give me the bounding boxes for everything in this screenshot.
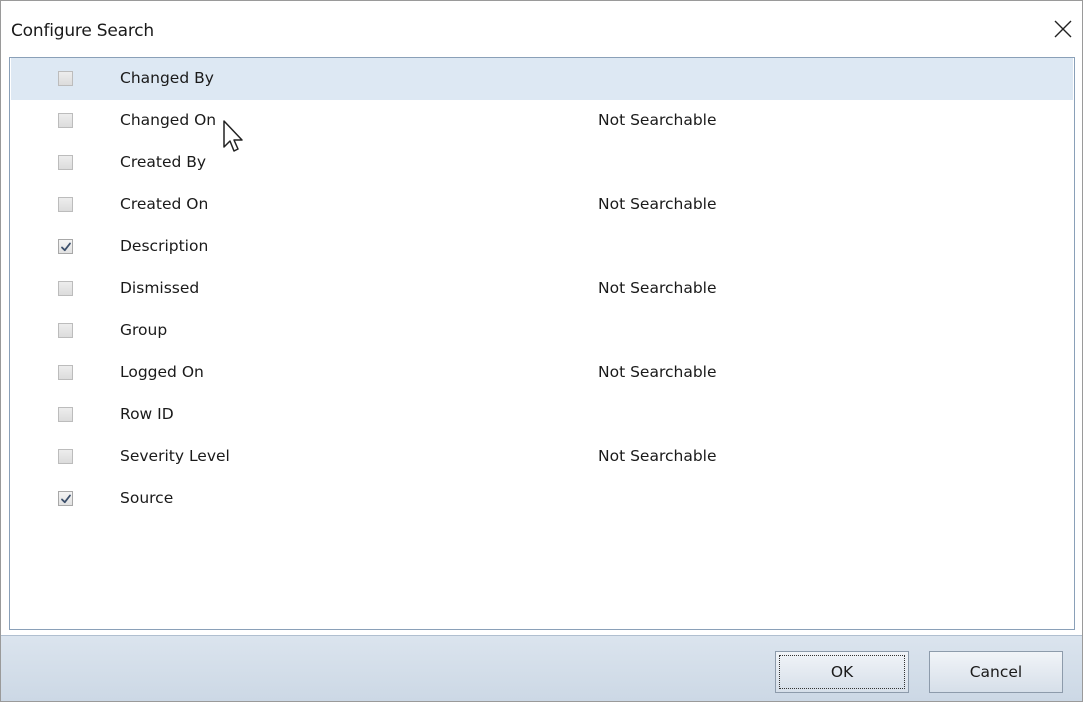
field-checkbox[interactable]: [58, 323, 73, 338]
field-label: Description: [120, 237, 209, 255]
field-checkbox[interactable]: [58, 113, 73, 128]
field-label: Logged On: [120, 363, 204, 381]
title-bar: Configure Search: [1, 1, 1082, 57]
field-label: Changed On: [120, 111, 217, 129]
field-label: Row ID: [120, 405, 174, 423]
field-row[interactable]: Created By: [11, 142, 1073, 184]
field-status: Not Searchable: [598, 363, 717, 381]
field-label: Created On: [120, 195, 209, 213]
field-row[interactable]: Severity Level Not Searchable: [11, 436, 1073, 478]
field-row[interactable]: Logged On Not Searchable: [11, 352, 1073, 394]
field-row[interactable]: Changed On Not Searchable: [11, 100, 1073, 142]
field-row[interactable]: Source: [11, 478, 1073, 520]
field-row[interactable]: Changed By: [11, 58, 1073, 100]
field-checkbox[interactable]: [58, 281, 73, 296]
dialog-title: Configure Search: [11, 21, 155, 41]
field-row[interactable]: Dismissed Not Searchable: [11, 268, 1073, 310]
configure-search-dialog: Configure Search Changed By Changed On Not…: [0, 0, 1083, 702]
checkmark-icon: [61, 494, 71, 504]
dialog-footer: OK Cancel: [1, 635, 1082, 701]
field-label: Dismissed: [120, 279, 200, 297]
field-checkbox[interactable]: [58, 197, 73, 212]
close-icon: [1054, 20, 1072, 38]
field-row[interactable]: Row ID: [11, 394, 1073, 436]
field-checkbox[interactable]: [58, 365, 73, 380]
field-status: Not Searchable: [598, 111, 717, 129]
field-checkbox[interactable]: [58, 449, 73, 464]
field-row[interactable]: Created On Not Searchable: [11, 184, 1073, 226]
field-status: Not Searchable: [598, 195, 717, 213]
field-status: Not Searchable: [598, 279, 717, 297]
field-checkbox-checked[interactable]: [58, 239, 73, 254]
field-label: Severity Level: [120, 447, 230, 465]
field-label: Source: [120, 489, 174, 507]
field-row[interactable]: Group: [11, 310, 1073, 352]
checkmark-icon: [61, 242, 71, 252]
field-checkbox[interactable]: [58, 155, 73, 170]
cancel-button[interactable]: Cancel: [929, 651, 1063, 693]
field-checkbox[interactable]: [58, 71, 73, 86]
field-checkbox-checked[interactable]: [58, 491, 73, 506]
field-list[interactable]: Changed By Changed On Not Searchable Create…: [9, 57, 1075, 630]
field-status: Not Searchable: [598, 447, 717, 465]
field-label: Changed By: [120, 69, 214, 87]
field-label: Created By: [120, 153, 207, 171]
close-button[interactable]: [1051, 17, 1075, 41]
ok-button[interactable]: OK: [775, 651, 909, 693]
field-checkbox[interactable]: [58, 407, 73, 422]
field-row[interactable]: Description: [11, 226, 1073, 268]
field-label: Group: [120, 321, 168, 339]
